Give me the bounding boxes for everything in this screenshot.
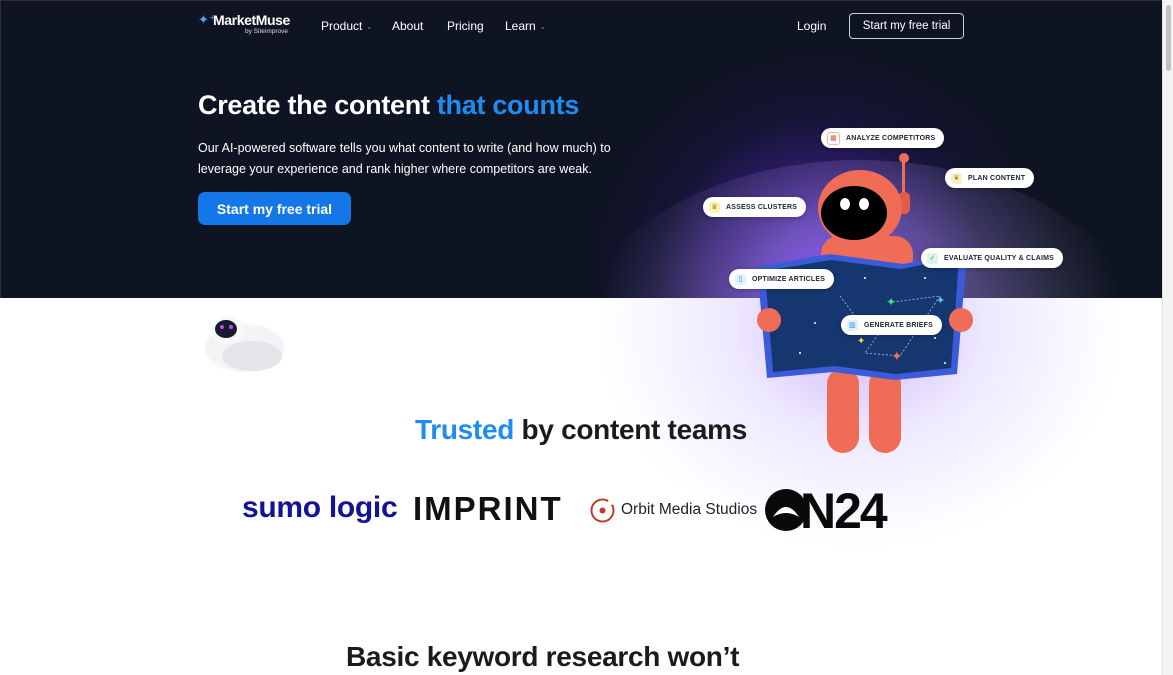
chip-assess-label: ASSESS CLUSTERS [726, 203, 798, 211]
chip-analyze-competitors: ▦ ANALYZE COMPETITORS [821, 128, 945, 148]
chip-plan-label: PLAN CONTENT [968, 174, 1026, 182]
trusted-accent: Trusted [415, 414, 515, 445]
nav-learn[interactable]: Learn ⌄ [505, 19, 546, 33]
chip-briefs-label: GENERATE BRIEFS [864, 321, 933, 329]
chip-generate-briefs: ▥ GENERATE BRIEFS [841, 315, 942, 335]
chip-optimize-label: OPTIMIZE ARTICLES [752, 275, 826, 283]
svg-text:✦: ✦ [936, 294, 945, 307]
hero-title: Create the content that counts [198, 90, 579, 121]
top-nav: ✦⁺ MarketMuse by Siteimprove Product ⌄ Ab… [0, 0, 1162, 52]
chip-plan-content: ❦ PLAN CONTENT [945, 168, 1035, 188]
robot-illustration: ✦ ✦ ✦ ✦ [757, 153, 973, 453]
leaf-icon: ❦ [951, 172, 962, 184]
chip-evaluate-quality: ✓ EVALUATE QUALITY & CLAIMS [921, 248, 1063, 268]
chip-assess-clusters: ♛ ASSESS CLUSTERS [703, 197, 807, 217]
login-link[interactable]: Login [797, 19, 826, 33]
section-title: Basic keyword research won’t [346, 641, 740, 672]
nav-product-label: Product [321, 19, 363, 33]
svg-text:✦: ✦ [857, 336, 865, 347]
svg-text:✦: ✦ [891, 349, 903, 365]
trusted-heading: Trusted by content teams [0, 414, 1162, 446]
trusted-rest: by content teams [514, 414, 748, 445]
trophy-icon: ♛ [709, 201, 720, 213]
brief-icon: ▥ [847, 319, 858, 331]
nav-pricing[interactable]: Pricing [447, 19, 484, 33]
nav-learn-label: Learn [505, 19, 536, 33]
hero-title-accent: that counts [436, 90, 580, 120]
nav-about-label: About [392, 19, 424, 33]
chip-analyze-label: ANALYZE COMPETITORS [846, 134, 936, 142]
orbit-logo-icon [590, 498, 615, 523]
document-icon: ▯ [735, 273, 746, 285]
imprint-logo: IMPRINT [413, 490, 563, 527]
hero-description: Our AI-powered software tells you what c… [198, 141, 611, 176]
svg-text:✦: ✦ [886, 295, 896, 309]
grid-icon: ▦ [827, 131, 840, 145]
page-scrollbar[interactable] [1162, 0, 1173, 675]
nav-trial-button[interactable]: Start my free trial [849, 13, 964, 39]
sumo-logic-logo: sumo logic [242, 491, 398, 524]
orbit-media-logo: Orbit Media Studios [621, 501, 758, 518]
chevron-down-icon: ⌄ [539, 24, 546, 31]
chip-evaluate-label: EVALUATE QUALITY & CLAIMS [944, 254, 1054, 262]
nav-product[interactable]: Product ⌄ [321, 19, 372, 33]
scrollbar-thumb[interactable] [1166, 5, 1171, 71]
logo-name: MarketMuse [213, 12, 290, 28]
hero-trial-button[interactable]: Start my free trial [198, 192, 351, 225]
hero-title-main: Create the content [198, 90, 437, 120]
logo-subtitle: by Siteimprove [245, 28, 288, 35]
chevron-down-icon: ⌄ [366, 24, 373, 31]
chip-optimize-articles: ▯ OPTIMIZE ARTICLES [729, 269, 835, 289]
check-icon: ✓ [927, 252, 938, 264]
nav-about[interactable]: About [392, 19, 423, 33]
on24-logo: N24 [800, 483, 888, 539]
nav-pricing-label: Pricing [447, 19, 484, 33]
astronaut-icon [205, 316, 285, 372]
